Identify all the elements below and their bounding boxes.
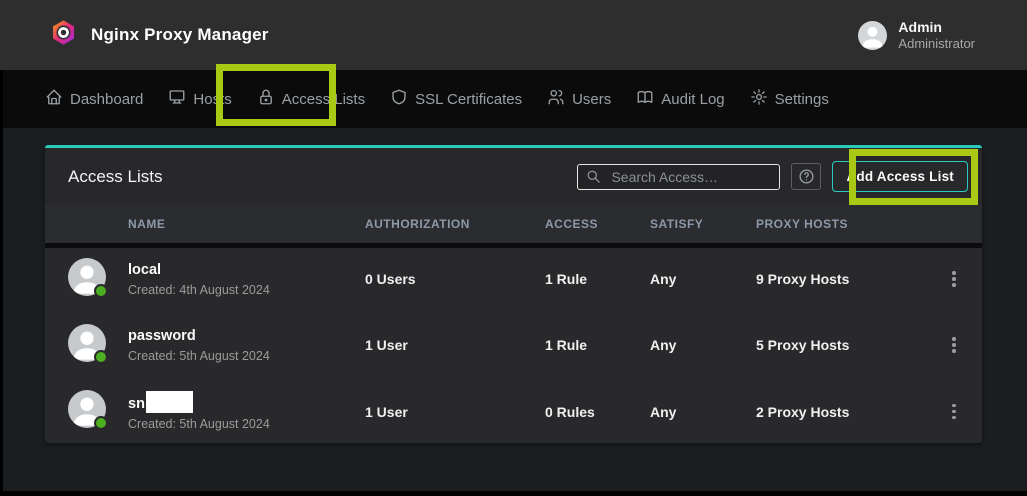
access-value: 0 Rules bbox=[545, 404, 650, 420]
column-header-access: ACCESS bbox=[545, 217, 650, 231]
access-value: 1 Rule bbox=[545, 337, 650, 353]
app-title: Nginx Proxy Manager bbox=[91, 25, 269, 45]
row-avatar bbox=[68, 324, 106, 362]
status-online-dot bbox=[94, 284, 108, 298]
column-header-authorization: AUTHORIZATION bbox=[365, 217, 545, 231]
name-cell: sn Created: 5th August 2024 bbox=[128, 391, 365, 432]
nav-item-label: Hosts bbox=[193, 91, 231, 108]
name-cell: password Created: 5th August 2024 bbox=[128, 327, 365, 364]
status-online-dot bbox=[94, 416, 108, 430]
help-button[interactable] bbox=[791, 163, 821, 190]
access-list-created: Created: 4th August 2024 bbox=[128, 282, 365, 298]
redaction-box bbox=[146, 391, 193, 413]
nav-item-label: Audit Log bbox=[661, 91, 724, 108]
avatar-cell bbox=[68, 390, 128, 433]
nav-item-hosts[interactable]: Hosts bbox=[168, 88, 231, 110]
search-input[interactable] bbox=[601, 169, 771, 185]
access-list-name: local bbox=[128, 261, 365, 279]
authorization-value: 0 Users bbox=[365, 271, 545, 287]
kebab-icon bbox=[952, 404, 956, 408]
column-header-satisfy: SATISFY bbox=[650, 217, 756, 231]
brand: Nginx Proxy Manager bbox=[50, 19, 269, 51]
access-lists-panel: Access Lists Add Access List NAME AUTHOR… bbox=[45, 145, 982, 443]
access-value: 1 Rule bbox=[545, 271, 650, 287]
nav-item-access-lists[interactable]: Access Lists bbox=[257, 88, 365, 110]
satisfy-value: Any bbox=[650, 271, 756, 287]
nav-item-label: Access Lists bbox=[282, 91, 365, 108]
avatar-cell bbox=[68, 258, 128, 301]
table-header: NAME AUTHORIZATION ACCESS SATISFY PROXY … bbox=[45, 205, 982, 243]
shield-icon bbox=[390, 88, 408, 110]
app-logo-icon bbox=[50, 19, 77, 51]
user-name: Admin bbox=[898, 19, 975, 36]
avatar-cell bbox=[68, 324, 128, 367]
user-avatar bbox=[858, 21, 887, 50]
nav-item-settings[interactable]: Settings bbox=[750, 88, 829, 110]
satisfy-value: Any bbox=[650, 337, 756, 353]
panel-controls: Add Access List bbox=[577, 161, 968, 192]
proxy-hosts-value: 5 Proxy Hosts bbox=[756, 337, 926, 353]
row-actions-menu[interactable] bbox=[926, 380, 982, 443]
access-list-created: Created: 5th August 2024 bbox=[128, 348, 365, 364]
proxy-hosts-value: 2 Proxy Hosts bbox=[756, 404, 926, 420]
row-avatar bbox=[68, 258, 106, 296]
user-menu[interactable]: Admin Administrator bbox=[858, 19, 975, 52]
help-icon bbox=[798, 168, 815, 185]
main-nav: Dashboard Hosts Access Lists SSL Certifi… bbox=[0, 70, 1027, 128]
kebab-icon bbox=[952, 337, 956, 341]
nav-item-ssl-certificates[interactable]: SSL Certificates bbox=[390, 88, 522, 110]
page-title: Access Lists bbox=[68, 167, 577, 187]
nav-item-label: Settings bbox=[775, 91, 829, 108]
users-icon bbox=[547, 88, 565, 110]
monitor-icon bbox=[168, 88, 186, 110]
kebab-icon bbox=[952, 271, 956, 275]
add-access-list-button[interactable]: Add Access List bbox=[832, 161, 968, 192]
access-list-name: sn bbox=[128, 391, 365, 413]
status-online-dot bbox=[94, 350, 108, 364]
book-icon bbox=[636, 88, 654, 110]
lock-icon bbox=[257, 88, 275, 110]
access-list-created: Created: 5th August 2024 bbox=[128, 416, 365, 432]
window-left-edge bbox=[0, 70, 3, 491]
name-cell: local Created: 4th August 2024 bbox=[128, 261, 365, 298]
authorization-value: 1 User bbox=[365, 404, 545, 420]
nav-item-users[interactable]: Users bbox=[547, 88, 611, 110]
home-icon bbox=[45, 88, 63, 110]
row-avatar bbox=[68, 390, 106, 428]
table-row[interactable]: local Created: 4th August 2024 0 Users 1… bbox=[45, 248, 982, 310]
column-header-name: NAME bbox=[128, 217, 365, 231]
nav-item-label: SSL Certificates bbox=[415, 91, 522, 108]
nav-item-label: Dashboard bbox=[70, 91, 143, 108]
top-bar: Nginx Proxy Manager Admin Administrator bbox=[0, 0, 1027, 70]
gear-icon bbox=[750, 88, 768, 110]
column-header-proxy-hosts: PROXY HOSTS bbox=[756, 217, 926, 231]
search-box bbox=[577, 164, 780, 190]
authorization-value: 1 User bbox=[365, 337, 545, 353]
nav-item-dashboard[interactable]: Dashboard bbox=[45, 88, 143, 110]
user-role: Administrator bbox=[898, 36, 975, 52]
panel-header: Access Lists Add Access List bbox=[45, 148, 982, 205]
table-row[interactable]: password Created: 5th August 2024 1 User… bbox=[45, 314, 982, 376]
row-actions-menu[interactable] bbox=[926, 248, 982, 310]
user-text: Admin Administrator bbox=[898, 19, 975, 52]
access-list-name: password bbox=[128, 327, 365, 345]
window-bottom-edge bbox=[0, 491, 1027, 496]
nav-item-label: Users bbox=[572, 91, 611, 108]
page-content: Access Lists Add Access List NAME AUTHOR… bbox=[0, 128, 1027, 443]
row-actions-menu[interactable] bbox=[926, 314, 982, 376]
proxy-hosts-value: 9 Proxy Hosts bbox=[756, 271, 926, 287]
table-body: local Created: 4th August 2024 0 Users 1… bbox=[45, 248, 982, 443]
search-icon bbox=[586, 169, 601, 184]
table-row[interactable]: sn Created: 5th August 2024 1 User 0 Rul… bbox=[45, 380, 982, 443]
nav-item-audit-log[interactable]: Audit Log bbox=[636, 88, 724, 110]
satisfy-value: Any bbox=[650, 404, 756, 420]
